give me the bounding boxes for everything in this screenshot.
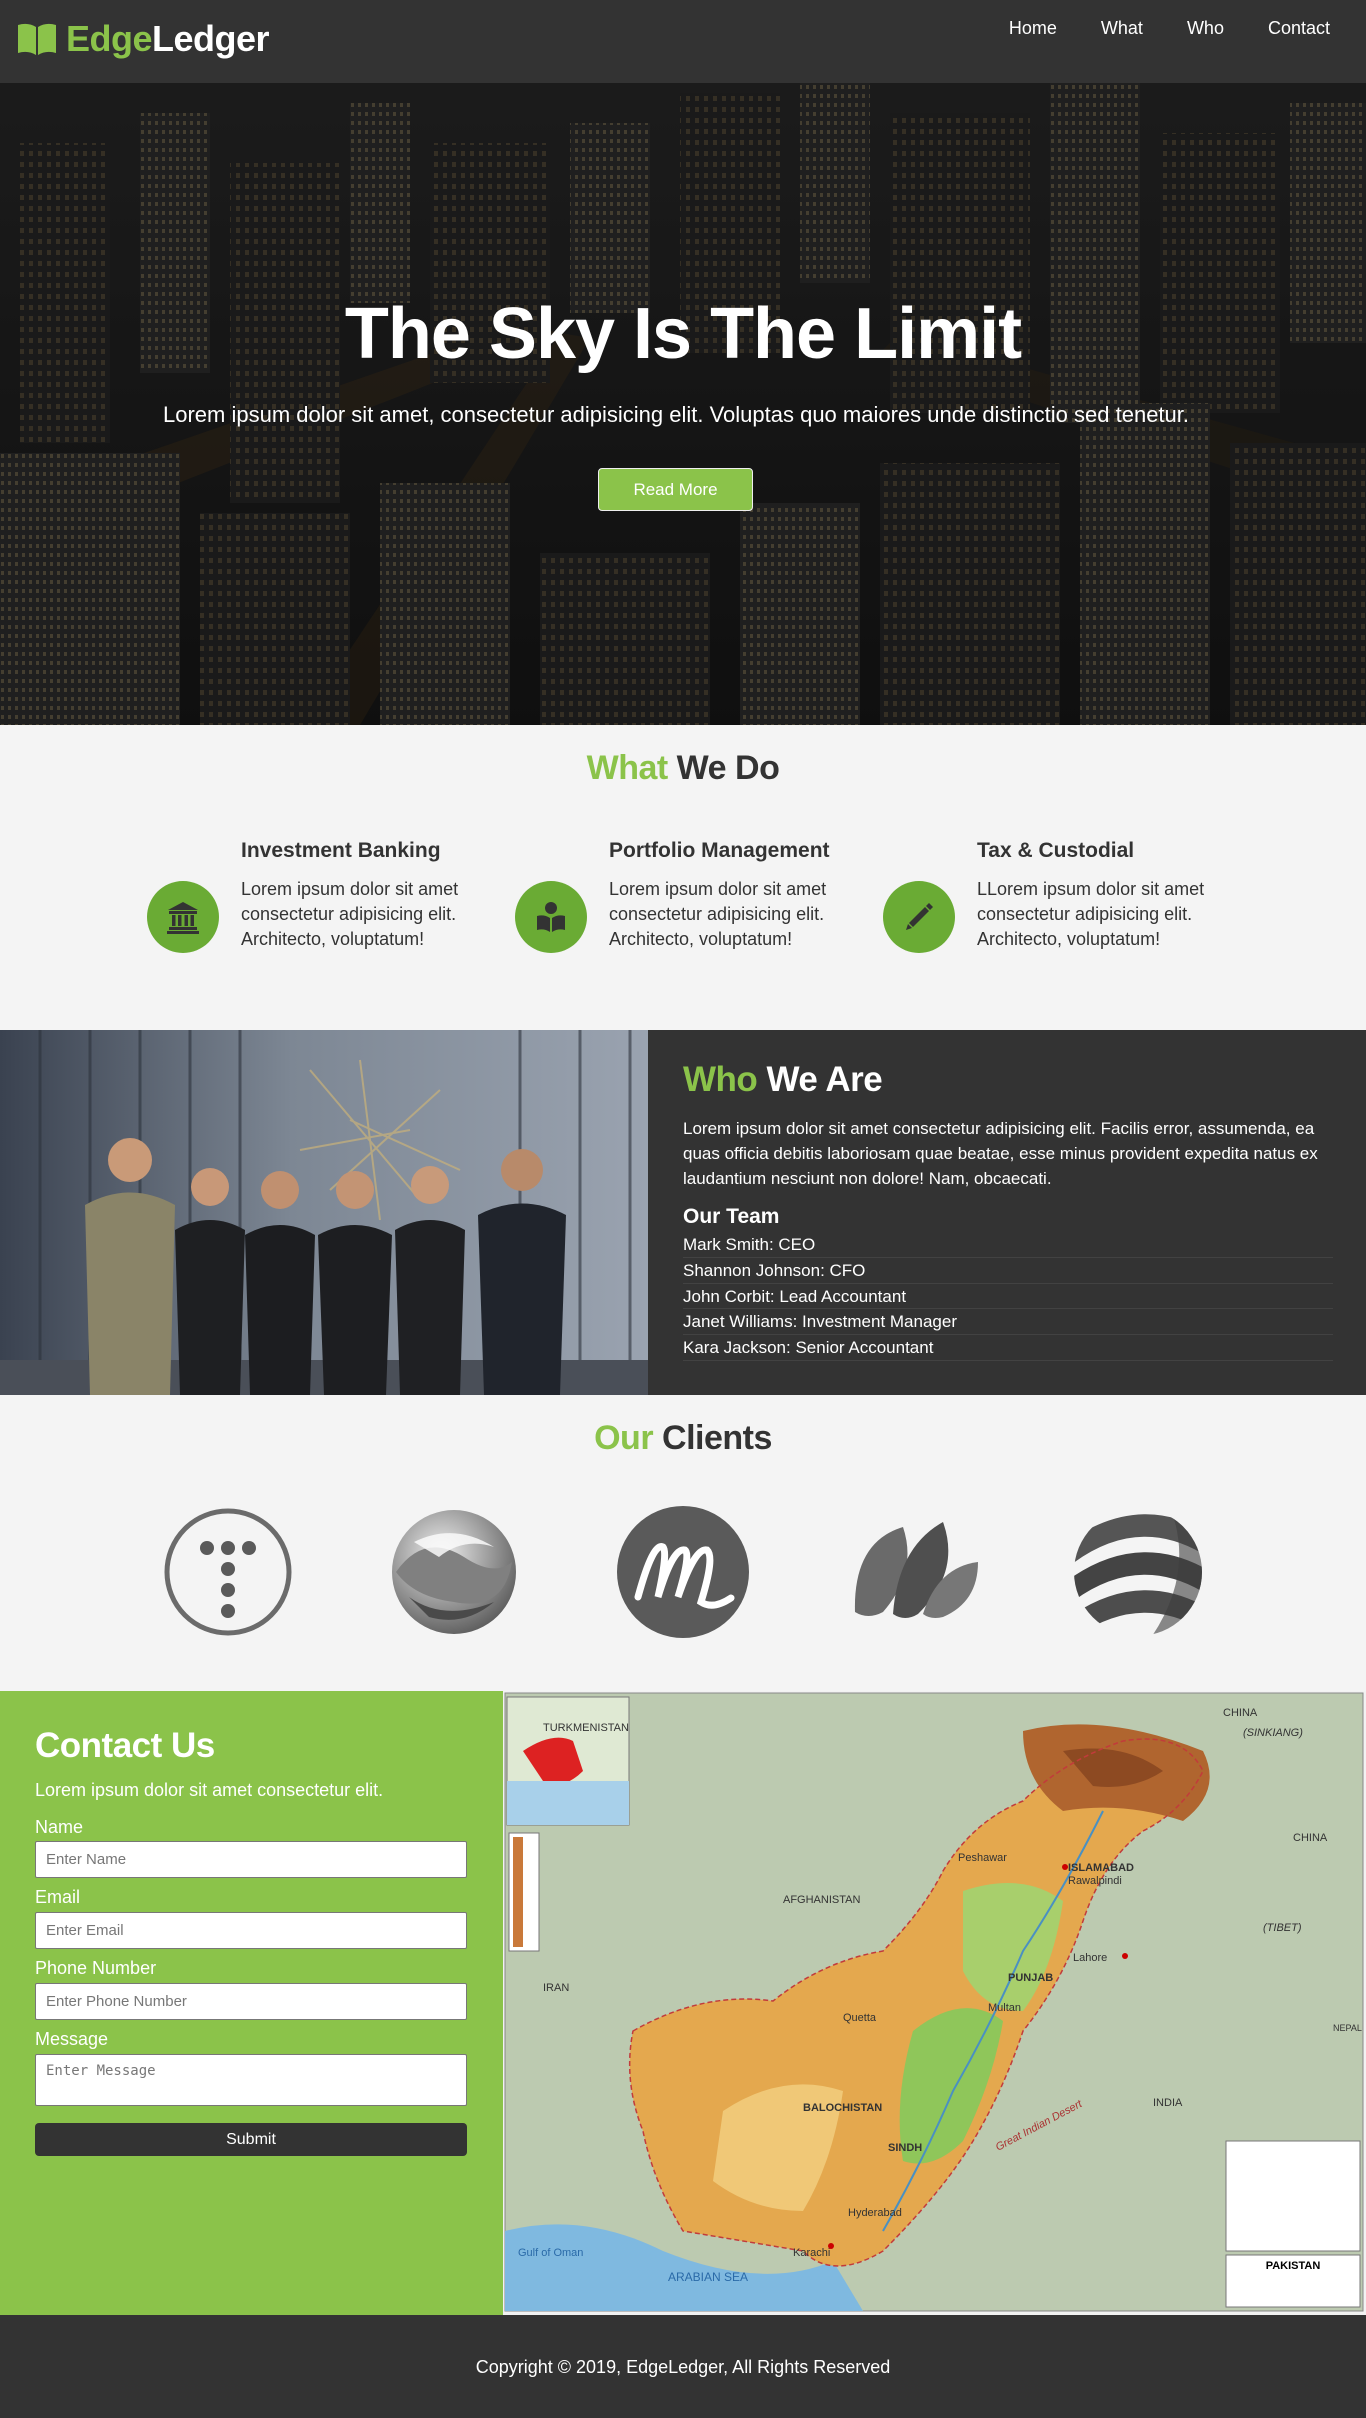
map-label: Quetta	[843, 2012, 877, 2024]
map-label: (TIBET)	[1263, 1922, 1302, 1934]
contact-section: Contact Us Lorem ipsum dolor sit amet co…	[0, 1691, 503, 2315]
map-label: CHINA	[1223, 1707, 1258, 1719]
map-label: TURKMENISTAN	[543, 1722, 629, 1734]
client-logo-globe	[1074, 1508, 1202, 1636]
brand-name-part1: Edge	[66, 18, 153, 59]
map-label: ISLAMABAD	[1068, 1862, 1134, 1874]
team-list: Mark Smith: CEO Shannon Johnson: CFO Joh…	[683, 1232, 1333, 1361]
who-intro-text: Lorem ipsum dolor sit amet consectetur a…	[683, 1119, 1318, 1188]
email-label: Email	[35, 1887, 81, 1907]
map-label: PUNJAB	[1008, 1972, 1053, 1984]
who-we-are-section: Who We Are Lorem ipsum dolor sit amet co…	[0, 1030, 1366, 1395]
bank-icon	[147, 881, 219, 953]
message-label: Message	[35, 2029, 109, 2049]
team-member: Shannon Johnson: CFO	[683, 1258, 1333, 1284]
copyright-text: Copyright © 2019, EdgeLedger, All Rights…	[475, 2357, 891, 2377]
what-section-title: What We Do	[586, 749, 780, 787]
brand-logo[interactable]: Edge Ledger	[16, 18, 270, 60]
team-member: Mark Smith: CEO	[683, 1232, 1333, 1258]
footer: Copyright © 2019, EdgeLedger, All Rights…	[0, 2315, 1366, 2418]
map-label: BALOCHISTAN	[803, 2102, 882, 2114]
nav-menu: Home What Who Contact	[965, 18, 1330, 39]
pakistan-map[interactable]: PAKISTAN TURKMENISTAN CHINA CHINA (SINKI…	[503, 1691, 1366, 2315]
name-label: Name	[35, 1817, 84, 1837]
email-input[interactable]	[35, 1912, 467, 1949]
submit-button[interactable]: Submit	[35, 2123, 467, 2156]
map-label: CHINA	[1293, 1832, 1328, 1844]
contact-subtitle: Lorem ipsum dolor sit amet consectetur e…	[35, 1780, 384, 1800]
map-label: Hyderabad	[848, 2207, 902, 2219]
service-text: LLorem ipsum dolor sit amet consectetur …	[977, 879, 1205, 949]
nav-who[interactable]: Who	[1187, 18, 1224, 39]
map-label: SINDH	[888, 2142, 922, 2154]
nav-what[interactable]: What	[1101, 18, 1143, 39]
clients-section-title: Our Clients	[594, 1419, 772, 1457]
hero-text: Lorem ipsum dolor sit amet, consectetur …	[163, 402, 1189, 427]
map-label: ARABIAN SEA	[668, 2270, 748, 2284]
service-text: Lorem ipsum dolor sit amet consectetur a…	[609, 879, 827, 949]
read-more-button[interactable]: Read More	[598, 468, 753, 511]
team-member: Janet Williams: Investment Manager	[683, 1309, 1333, 1336]
map-legend-title: PAKISTAN	[1266, 2260, 1321, 2272]
nav-home[interactable]: Home	[1009, 18, 1057, 39]
team-member: John Corbit: Lead Accountant	[683, 1284, 1333, 1310]
contact-title: Contact Us	[35, 1726, 215, 1765]
nav-contact[interactable]: Contact	[1268, 18, 1330, 39]
map-label: NEPAL	[1333, 2023, 1362, 2033]
name-input[interactable]	[35, 1841, 467, 1878]
service-text: Lorem ipsum dolor sit amet consectetur a…	[241, 879, 459, 949]
map-label: Karachi	[793, 2247, 830, 2259]
service-title: Portfolio Management	[609, 839, 830, 862]
team-heading: Our Team	[683, 1205, 780, 1228]
map-label: Rawalpindi	[1068, 1875, 1122, 1887]
hero-title: The Sky Is The Limit	[344, 294, 1022, 374]
team-member: Kara Jackson: Senior Accountant	[683, 1335, 1333, 1361]
message-textarea[interactable]	[35, 2054, 467, 2106]
brand-name-part2: Ledger	[152, 18, 270, 59]
map-label: IRAN	[543, 1982, 569, 1994]
phone-input[interactable]	[35, 1983, 467, 2020]
who-section-title: Who We Are	[683, 1060, 883, 1099]
client-logo-leaves	[854, 1522, 978, 1618]
hero-section: The Sky Is The Limit Lorem ipsum dolor s…	[0, 83, 1366, 725]
team-photo	[0, 1030, 648, 1395]
pencil-icon	[883, 881, 955, 953]
book-reader-icon	[515, 881, 587, 953]
map-label: Gulf of Oman	[518, 2247, 583, 2259]
map-label: Peshawar	[958, 1852, 1007, 1864]
client-logo-t	[164, 1508, 292, 1636]
map-label: AFGHANISTAN	[783, 1894, 860, 1906]
clients-section: Our Clients	[0, 1395, 1366, 1691]
phone-label: Phone Number	[35, 1958, 157, 1978]
service-title: Investment Banking	[241, 839, 441, 862]
map-label: (SINKIANG)	[1243, 1727, 1303, 1739]
client-logo-swirl	[392, 1510, 516, 1634]
service-title: Tax & Custodial	[977, 839, 1135, 862]
client-logo-m	[617, 1506, 749, 1638]
navbar: Edge Ledger Home What Who Contact	[0, 0, 1366, 83]
open-book-icon	[18, 23, 56, 55]
map-label: INDIA	[1153, 2097, 1183, 2109]
what-we-do-section: What We Do Investment Banking Lorem ipsu…	[0, 725, 1366, 1030]
map-label: Lahore	[1073, 1952, 1107, 1964]
map-label: Multan	[988, 2002, 1021, 2014]
